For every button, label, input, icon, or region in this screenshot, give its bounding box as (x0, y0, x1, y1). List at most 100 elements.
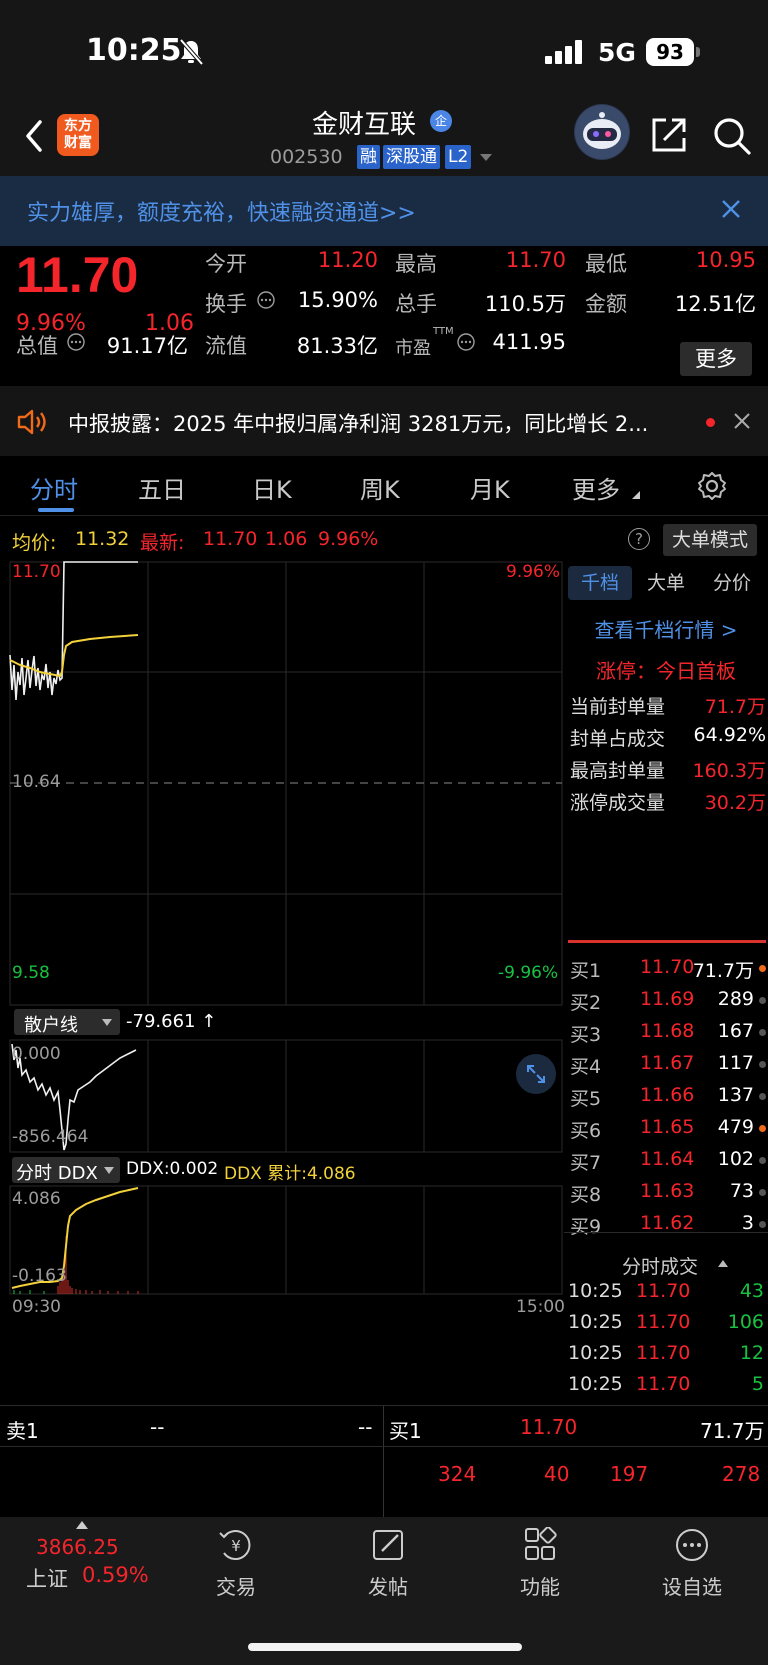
buy-order-row[interactable]: 买3 11.68 167 (570, 1020, 766, 1050)
buy-order-row[interactable]: 买5 11.66 137 (570, 1084, 766, 1114)
more-button[interactable]: 更多 (680, 342, 752, 376)
tab-weekly-k[interactable]: 周K (360, 470, 400, 505)
buy-order-row[interactable]: 买8 11.63 73 (570, 1180, 766, 1210)
chart-area[interactable]: 11.70 9.96% 10.64 9.58 -9.96% 散户线 -79.66… (0, 560, 565, 1405)
home-indicator[interactable] (248, 1643, 522, 1651)
avg-value: 11.32 (75, 528, 130, 550)
sell1-volume: -- (358, 1415, 373, 1439)
trades-title[interactable]: 分时成交 (622, 1252, 698, 1279)
index-widget[interactable]: 3866.25 上证 0.59% (10, 1521, 150, 1601)
price-mid-label: 10.64 (12, 772, 61, 792)
ddx-selector-label[interactable]: 分时 DDX (16, 1159, 98, 1185)
chevron-up-icon[interactable] (718, 1260, 728, 1267)
pct-min-label: -9.96% (498, 963, 559, 983)
news-text[interactable]: 中报披露：2025 年中报归属净利润 3281万元，同比增长 2... (68, 408, 648, 438)
bottom-bar: 3866.25 上证 0.59% ¥ 交易 发帖 功能 设自选 (0, 1517, 768, 1665)
status-time: 10:25 (86, 33, 182, 68)
order-level: 买8 (570, 1184, 602, 1206)
pe-sup: TTM (433, 326, 454, 337)
big-order-mode-button[interactable]: 大单模式 (663, 524, 757, 556)
volume-value: 110.5万 (484, 292, 566, 316)
tab-daily-k[interactable]: 日K (252, 470, 292, 505)
index-name: 上证 (26, 1567, 68, 1591)
order-volume: 73 (729, 1180, 754, 1202)
buy-order-row[interactable]: 买7 11.64 102 (570, 1148, 766, 1178)
tab-big-orders[interactable]: 大单 (634, 566, 698, 600)
logo-line1: 东方 (64, 118, 92, 134)
order-volume: 289 (717, 988, 754, 1010)
corner-triangle-icon (632, 491, 640, 499)
order-dot (759, 1061, 766, 1068)
order-dot (759, 1157, 766, 1164)
order-volume: 71.7万 (692, 960, 754, 982)
nav-functions[interactable]: 功能 (480, 1526, 600, 1600)
tab-more[interactable]: 更多 (572, 470, 620, 505)
ddx-selector[interactable]: 分时 DDX (12, 1157, 120, 1185)
stock-name[interactable]: 金财互联 (312, 104, 416, 141)
nav-post[interactable]: 发帖 (328, 1527, 448, 1600)
speaker-icon (17, 409, 46, 435)
view-levels-link[interactable]: 查看千档行情 > (564, 614, 768, 643)
stat-value: 64.92% (693, 724, 766, 746)
banner-text[interactable]: 实力雄厚，额度充裕，快速融资通道>> (27, 195, 416, 227)
nav-watchlist[interactable]: 设自选 (632, 1527, 752, 1600)
close-icon[interactable] (733, 412, 751, 430)
order-level: 买2 (570, 992, 602, 1014)
ddx-chart (11, 1187, 139, 1294)
promo-banner[interactable]: 实力雄厚，额度充裕，快速融资通道>> (0, 176, 768, 246)
indicator-selector[interactable]: 散户线 (14, 1009, 120, 1037)
search-icon[interactable] (712, 116, 752, 156)
tab-thousand-levels[interactable]: 千档 (568, 566, 632, 600)
tab-five-day[interactable]: 五日 (138, 470, 186, 505)
order-level: 买3 (570, 1024, 602, 1046)
signal-icon (545, 40, 582, 64)
order-level: 买1 (570, 960, 602, 982)
news-ticker[interactable]: 中报披露：2025 年中报归属净利润 3281万元，同比增长 2... (0, 386, 768, 456)
expand-icon[interactable] (516, 1054, 556, 1094)
trade-time: 10:25 (568, 1311, 623, 1333)
trade-price: 11.70 (636, 1280, 691, 1302)
volume-label: 总手 (395, 292, 437, 316)
order-dot (759, 1125, 766, 1132)
trade-time: 10:25 (568, 1342, 623, 1364)
retail-line-label[interactable]: 散户线 (24, 1011, 78, 1037)
order-price: 11.62 (640, 1212, 695, 1234)
nav-trade[interactable]: ¥ 交易 (176, 1527, 296, 1600)
info-dots-icon[interactable] (256, 290, 276, 310)
tab-monthly-k[interactable]: 月K (470, 470, 510, 505)
nav-trade-label: 交易 (216, 1575, 256, 1599)
trade-volume: 106 (727, 1311, 764, 1333)
divider (564, 1232, 768, 1233)
buy-order-row[interactable]: 买9 11.62 3 (570, 1212, 766, 1242)
share-icon[interactable] (650, 116, 688, 154)
info-dots-icon[interactable] (456, 332, 476, 352)
order-dot (759, 1221, 766, 1228)
buy-order-row[interactable]: 买2 11.69 289 (570, 988, 766, 1018)
help-icon[interactable]: ? (628, 528, 650, 550)
order-volume: 479 (717, 1116, 754, 1138)
app-logo[interactable]: 东方 财富 (57, 114, 99, 156)
close-icon[interactable] (720, 198, 742, 220)
chevron-down-icon[interactable] (480, 154, 492, 161)
nav-bar: 东方 财富 金财互联 企 002530 融 深股通 L2 (0, 100, 768, 176)
buy-order-row[interactable]: 买4 11.67 117 (570, 1052, 766, 1082)
tab-price-distribution[interactable]: 分价 (700, 566, 764, 600)
assistant-robot-icon[interactable] (574, 104, 630, 160)
back-arrow-icon[interactable] (22, 116, 46, 156)
gear-icon[interactable] (696, 470, 728, 502)
info-dots-icon[interactable] (66, 332, 86, 352)
trade-time: 10:25 (568, 1373, 623, 1395)
pe-value: 411.95 (492, 330, 566, 354)
price-max-label: 11.70 (12, 562, 61, 582)
order-volume: 117 (717, 1052, 754, 1074)
chevron-up-icon (76, 1521, 88, 1529)
ddx-max-label: 4.086 (12, 1189, 61, 1209)
buy-order-row[interactable]: 买6 11.65 479 (570, 1116, 766, 1146)
order-price: 11.70 (640, 956, 695, 978)
divider (383, 1406, 384, 1518)
buy-order-row[interactable]: 买1 11.70 71.7万 (570, 956, 766, 986)
tab-intraday[interactable]: 分时 (30, 470, 78, 505)
order-level: 买5 (570, 1088, 602, 1110)
order-price: 11.63 (640, 1180, 695, 1202)
dropdown-triangle-icon (102, 1019, 112, 1026)
